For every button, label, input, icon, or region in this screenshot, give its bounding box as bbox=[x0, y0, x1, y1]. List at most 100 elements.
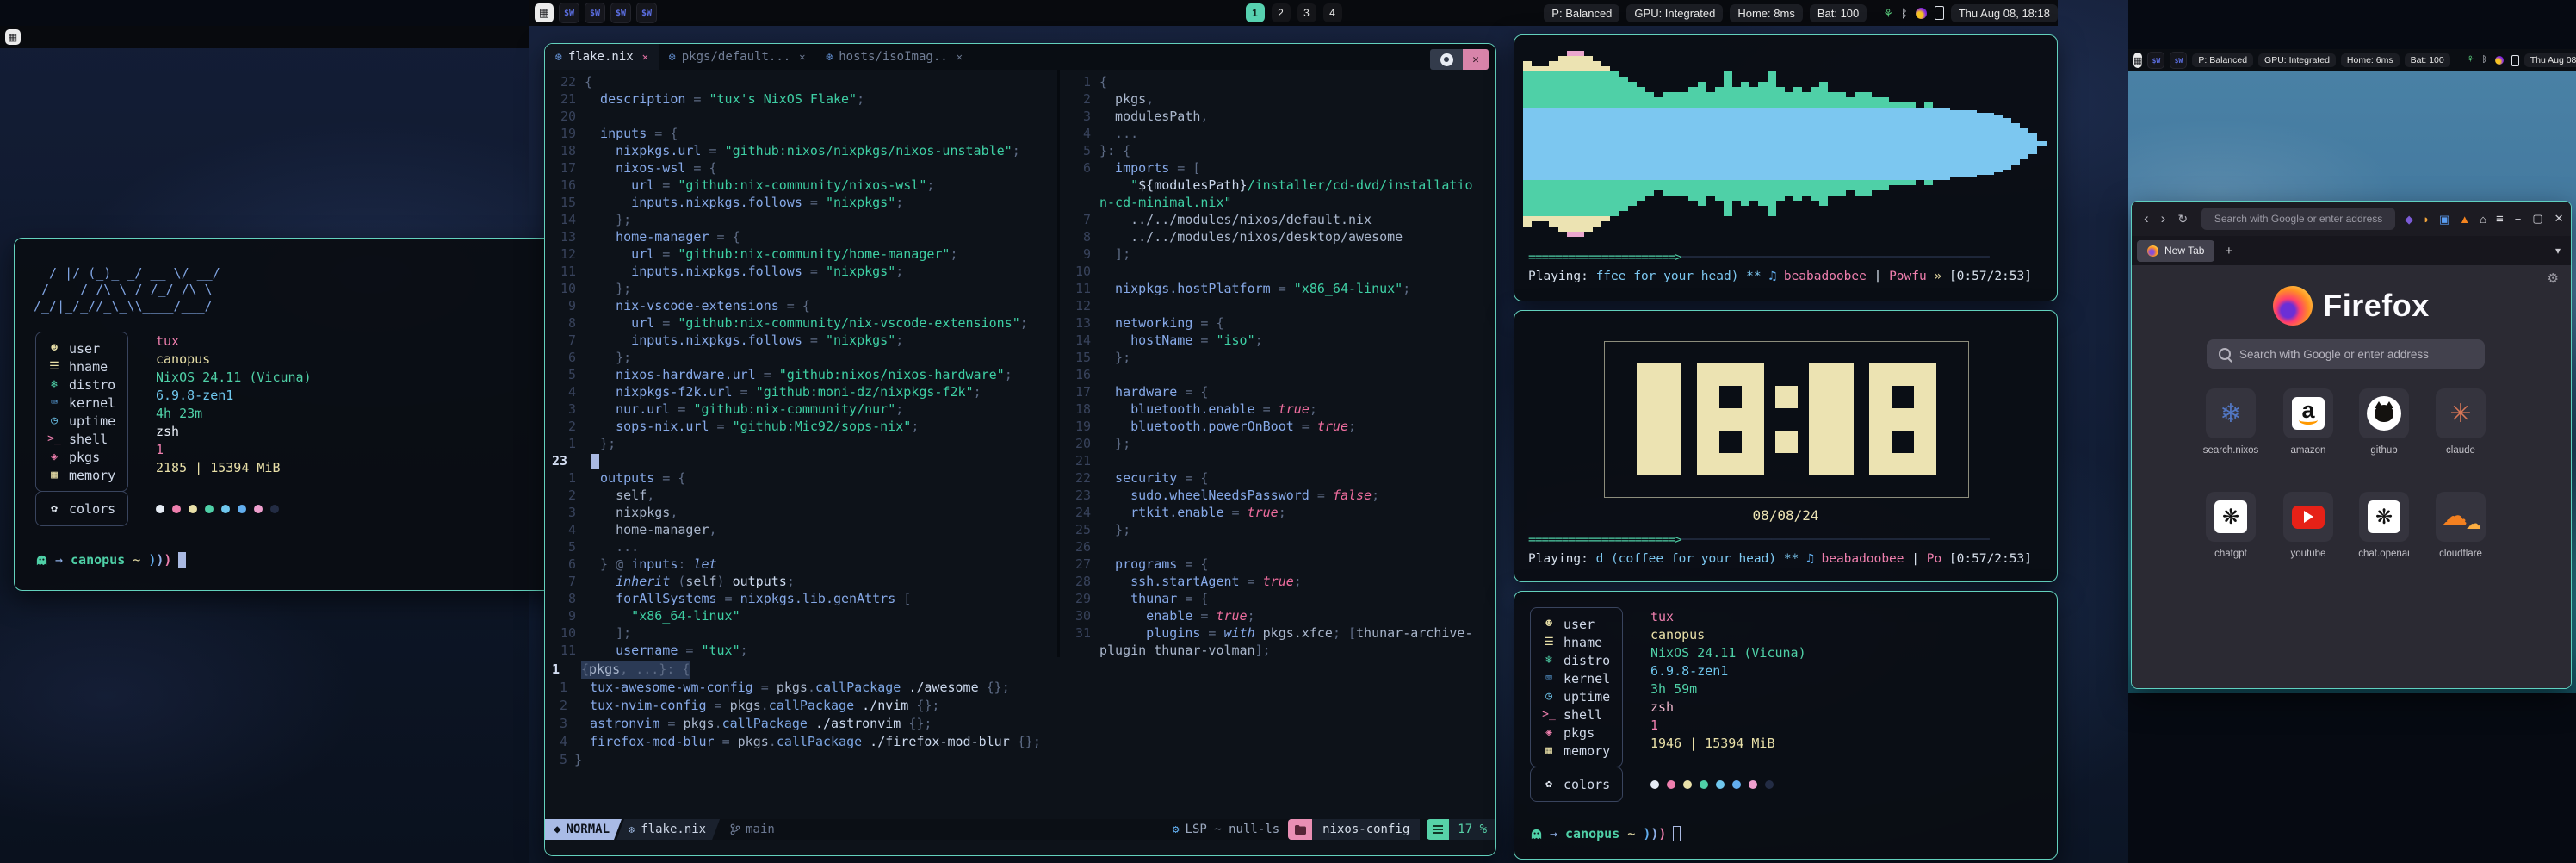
firefox-window[interactable]: ‹ › ↻ Search with Google or enter addres… bbox=[2131, 201, 2572, 689]
shortcut-tile-search.nixos[interactable]: ❄ bbox=[2206, 388, 2256, 438]
github-icon bbox=[2367, 396, 2401, 431]
extension-icon-5[interactable]: ⌂ bbox=[2480, 214, 2486, 225]
shortcut-label: youtube bbox=[2269, 549, 2347, 559]
shortcut-tile-chat.openai[interactable]: ❋ bbox=[2359, 492, 2409, 542]
app-badge[interactable]: $W bbox=[585, 3, 605, 23]
fetch-value-memory: 1946 | 15394 MiB bbox=[1650, 734, 1806, 752]
app-badge[interactable]: $W bbox=[610, 3, 631, 23]
close-button[interactable]: ✕ bbox=[2554, 212, 2564, 226]
clock-chip[interactable]: Thu Aug 08, 18:39 bbox=[2524, 53, 2576, 67]
workspace-button[interactable]: 1 bbox=[1246, 3, 1265, 22]
tab-list-chevron-icon[interactable]: ▾ bbox=[2555, 245, 2561, 257]
code-line: 7 ../../modules/nixos/default.nix bbox=[1060, 211, 1495, 228]
color-dot bbox=[1765, 780, 1774, 789]
desktop: ▦ $W$W$W$W 1234 P: BalancedGPU: Integrat… bbox=[0, 0, 2576, 863]
plant-icon[interactable]: ⚘ bbox=[2467, 56, 2474, 65]
lsp-status: ⚙LSP ~ null-ls bbox=[1173, 823, 1279, 836]
url-bar[interactable]: Search with Google or enter address bbox=[2201, 208, 2395, 230]
ghost-icon bbox=[1530, 828, 1543, 841]
shortcut-tile-github[interactable] bbox=[2359, 388, 2409, 438]
color-dot bbox=[189, 505, 197, 513]
code-line: 23 bbox=[545, 452, 1057, 469]
app-badge[interactable]: $W bbox=[2147, 52, 2164, 69]
color-dot bbox=[1683, 780, 1692, 789]
editor-pane-pkgs-default[interactable]: 1{pkgs, ...}: {1 tux-awesome-wm-config =… bbox=[545, 657, 1495, 802]
shortcut-tile-youtube[interactable] bbox=[2283, 492, 2333, 542]
audio-icon[interactable] bbox=[1916, 8, 1927, 19]
editor-tab[interactable]: ❆hosts/isoImag..✕ bbox=[815, 44, 973, 70]
fetch-keys-box: ☻user☰hname❄distro⌨kernel◷uptime>_shell◈… bbox=[1530, 607, 1623, 767]
plant-icon[interactable]: ⚘ bbox=[1883, 8, 1893, 19]
statusline-filename: ❆flake.nix bbox=[616, 819, 720, 840]
firefox-tabbar: New Tab + ▾ bbox=[2132, 236, 2571, 265]
memory-icon: ▦ bbox=[45, 469, 64, 481]
cava-panel[interactable]: ======================>─────────────────… bbox=[1514, 34, 2058, 301]
launcher-grid-icon[interactable]: ▦ bbox=[535, 3, 554, 22]
shell-prompt[interactable]: →canopus ~ ))) bbox=[1530, 826, 1681, 841]
reload-button[interactable]: ↻ bbox=[2177, 212, 2188, 227]
editor-tab[interactable]: ❆flake.nix✕ bbox=[545, 44, 659, 70]
fetch-panel[interactable]: ☻user☰hname❄distro⌨kernel◷uptime>_shell◈… bbox=[1514, 591, 2058, 860]
workspace-button[interactable]: 3 bbox=[1297, 3, 1316, 22]
shortcut-label: amazon bbox=[2269, 445, 2347, 456]
extension-icon-1[interactable]: ◆ bbox=[2405, 214, 2413, 225]
neovim-window[interactable]: ❆flake.nix✕❆pkgs/default...✕❆hosts/isoIm… bbox=[544, 43, 1496, 856]
fetch-value-uptime: 4h 23m bbox=[156, 404, 312, 422]
bluetooth-icon[interactable]: ᛒ bbox=[1901, 8, 1908, 19]
app-badge[interactable]: $W bbox=[636, 3, 657, 23]
new-tab-button[interactable]: + bbox=[2225, 244, 2232, 258]
code-line: 23 sudo.wheelNeedsPassword = false; bbox=[1060, 487, 1495, 504]
app-badges: $W $W bbox=[2142, 52, 2187, 69]
editor-pane-iso-image[interactable]: 1{2 pkgs,3 modulesPath,4 ...5}: {6 impor… bbox=[1060, 70, 1495, 661]
launcher-grid-icon[interactable]: ▦ bbox=[2133, 53, 2142, 68]
phone-icon[interactable] bbox=[2511, 55, 2519, 66]
app-badge[interactable]: $W bbox=[2170, 52, 2187, 69]
app-badge[interactable]: $W bbox=[559, 3, 579, 23]
window-close-button[interactable]: ✕ bbox=[1463, 49, 1489, 70]
clock-date: 08/08/24 bbox=[1514, 507, 2057, 524]
minimize-button[interactable]: − bbox=[2515, 213, 2522, 226]
launcher-grid-icon[interactable]: ▦ bbox=[5, 29, 21, 45]
status-chip: GPU: Integrated bbox=[1626, 4, 1723, 22]
shell-icon: >_ bbox=[45, 432, 64, 445]
shortcut-tile-claude[interactable]: ✳ bbox=[2436, 388, 2486, 438]
tab-close-icon[interactable]: ✕ bbox=[957, 51, 963, 63]
extension-icon-4[interactable]: ▲ bbox=[2459, 214, 2470, 225]
back-button[interactable]: ‹ bbox=[2144, 210, 2149, 227]
workspace-button[interactable]: 2 bbox=[1272, 3, 1291, 22]
code-line: 8 ../../modules/nixos/desktop/awesome bbox=[1060, 228, 1495, 245]
bluetooth-icon[interactable]: ᛒ bbox=[2482, 56, 2487, 65]
tab-close-icon[interactable]: ✕ bbox=[642, 51, 648, 63]
code-line: "${modulesPath}/installer/cd-dvd/install… bbox=[1060, 177, 1495, 194]
editor-pane-flake-nix[interactable]: 22{21 description = "tux's NixOS Flake";… bbox=[545, 70, 1057, 661]
shortcut-tile-amazon[interactable]: a bbox=[2283, 388, 2333, 438]
uptime-icon: ◷ bbox=[1539, 690, 1558, 703]
code-line: 2 pkgs, bbox=[1060, 90, 1495, 108]
terminal-window[interactable]: _ ___ ____ ____ / |/ (_)_ _/ __ \/ __/ /… bbox=[14, 238, 567, 591]
phone-icon[interactable] bbox=[1935, 6, 1944, 20]
openai-icon: ❋ bbox=[2368, 500, 2400, 533]
color-dot bbox=[254, 505, 263, 513]
maximize-button[interactable]: ▢ bbox=[2532, 212, 2542, 226]
tab-new-tab[interactable]: New Tab bbox=[2137, 240, 2214, 262]
window-toggle-button[interactable] bbox=[1430, 49, 1463, 70]
fastfetch-output: ☻user☰hname❄distro⌨kernel◷uptime>_shell◈… bbox=[1530, 607, 1806, 802]
audio-icon[interactable] bbox=[2495, 56, 2504, 65]
shortcut-tile-chatgpt[interactable]: ❋ bbox=[2206, 492, 2256, 542]
menu-button[interactable]: ≡ bbox=[2496, 213, 2504, 226]
workspace-switcher: 1234 bbox=[1242, 3, 1346, 22]
clock-panel[interactable]: 08/08/24 ======================>────────… bbox=[1514, 310, 2058, 582]
newtab-settings-gear-icon[interactable]: ⚙ bbox=[2548, 270, 2559, 286]
tab-close-icon[interactable]: ✕ bbox=[799, 51, 805, 63]
workspace-button[interactable]: 4 bbox=[1323, 3, 1342, 22]
extension-icon-3[interactable]: ▣ bbox=[2439, 214, 2449, 225]
newtab-search-input[interactable]: Search with Google or enter address bbox=[2207, 339, 2485, 369]
shortcut-tile-cloudflare[interactable]: ☁☁ bbox=[2436, 492, 2486, 542]
extension-icon-2[interactable]: ◗ bbox=[2423, 214, 2430, 225]
shell-prompt[interactable]: →canopus ~ ))) bbox=[35, 552, 186, 568]
forward-button[interactable]: › bbox=[2161, 210, 2166, 227]
clock-chip[interactable]: Thu Aug 08, 18:18 bbox=[1951, 4, 2058, 22]
code-line: 14 }; bbox=[545, 211, 1057, 228]
editor-tab[interactable]: ❆pkgs/default...✕ bbox=[659, 44, 816, 70]
firefox-wordmark: Firefox bbox=[2323, 288, 2430, 324]
